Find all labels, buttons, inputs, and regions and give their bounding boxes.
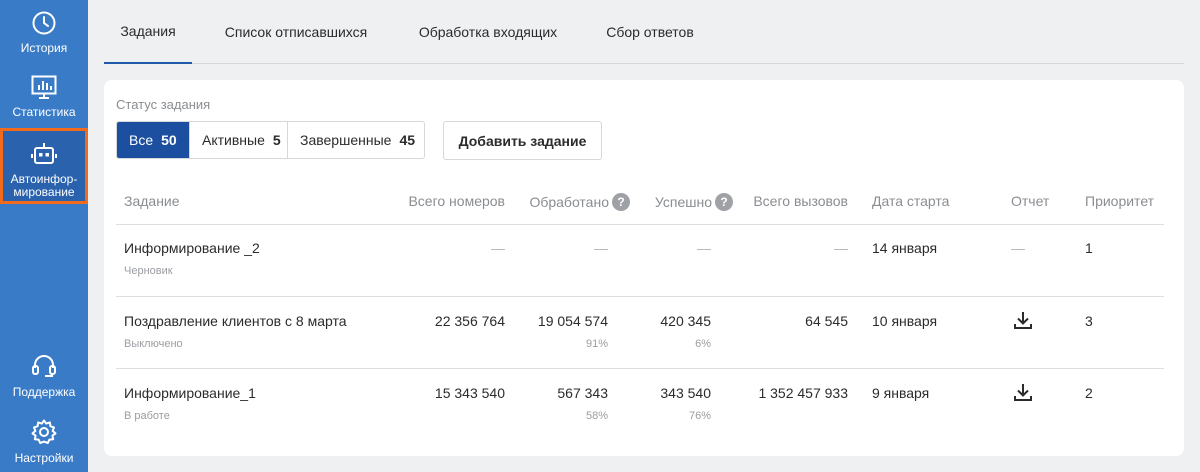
task-status: Выключено <box>124 338 183 350</box>
gear-icon <box>31 419 57 444</box>
total-numbers: 15 343 540 <box>434 385 505 401</box>
total-numbers: — <box>491 240 505 256</box>
download-icon[interactable] <box>1012 309 1034 331</box>
col-header-success[interactable]: Успешно ? <box>624 193 733 211</box>
tab-unsubscribed[interactable]: Список отписавшихся <box>216 0 376 64</box>
processed: 19 054 574 <box>537 313 608 329</box>
clock-icon <box>32 11 56 35</box>
robot-icon <box>30 143 57 164</box>
filter-completed[interactable]: Завершенные 45 <box>288 122 424 158</box>
sidebar-item-label: История <box>20 41 68 55</box>
start-date: 9 января <box>872 385 930 401</box>
sidebar-item-label: Статистика <box>12 105 76 119</box>
chart-monitor-icon <box>31 75 57 99</box>
headset-icon <box>32 355 56 377</box>
task-status: В работе <box>124 410 170 422</box>
col-header-total-calls[interactable]: Всего вызовов <box>724 193 848 209</box>
tab-bar: Задания Список отписавшихся Обработка вх… <box>104 0 1184 64</box>
status-filter-label: Статус задания <box>116 97 211 112</box>
success: 343 540 <box>660 385 711 401</box>
filter-label: Завершенные <box>300 132 392 148</box>
col-header-start-date[interactable]: Дата старта <box>872 193 949 209</box>
task-name[interactable]: Информирование_1 <box>124 385 256 401</box>
col-header-label: Обработано <box>529 194 609 210</box>
success: 420 345 <box>660 313 711 329</box>
start-date: 14 января <box>872 240 938 256</box>
filter-label: Активные <box>202 132 265 148</box>
processed-percent: 91% <box>585 338 608 350</box>
divider <box>116 296 1164 297</box>
total-calls: 64 545 <box>805 313 848 329</box>
success: — <box>697 240 711 256</box>
sidebar-item-stats[interactable]: Статистика <box>0 74 88 119</box>
total-numbers: 22 356 764 <box>434 313 505 329</box>
filter-all[interactable]: Все 50 <box>117 122 190 158</box>
priority: 3 <box>1085 313 1093 329</box>
filter-count: 5 <box>272 132 281 148</box>
sidebar-item-label: Поддержка <box>12 385 76 399</box>
filter-label: Все <box>129 132 154 148</box>
tasks-card: Статус задания Все 50 Активные 5 Заверше… <box>104 80 1184 456</box>
col-header-report: Отчет <box>1011 193 1050 209</box>
divider <box>116 224 1164 225</box>
priority: 1 <box>1085 240 1093 256</box>
col-header-processed[interactable]: Обработано ? <box>514 193 630 211</box>
sidebar: История Статистика Автоинфор- мирование <box>0 0 88 472</box>
filter-active[interactable]: Активные 5 <box>190 122 288 158</box>
priority: 2 <box>1085 385 1093 401</box>
sidebar-item-autoinforming[interactable]: Автоинфор- мирование <box>0 128 88 204</box>
col-header-priority[interactable]: Приоритет <box>1085 193 1154 209</box>
success-percent: 6% <box>695 338 711 350</box>
col-header-task[interactable]: Задание <box>124 193 180 209</box>
sidebar-item-history[interactable]: История <box>0 10 88 55</box>
download-icon[interactable] <box>1012 381 1034 403</box>
task-name[interactable]: Поздравление клиентов с 8 марта <box>124 313 347 329</box>
start-date: 10 января <box>872 313 938 329</box>
filter-count: 50 <box>161 132 177 148</box>
tab-tasks[interactable]: Задания <box>104 0 192 64</box>
total-calls: — <box>834 240 848 256</box>
divider <box>116 368 1164 369</box>
processed-percent: 58% <box>585 410 608 422</box>
task-name[interactable]: Информирование _2 <box>124 240 260 256</box>
report-empty: — <box>1011 240 1025 256</box>
sidebar-item-support[interactable]: Поддержка <box>0 354 88 399</box>
status-filter-group: Все 50 Активные 5 Завершенные 45 <box>116 121 425 159</box>
col-header-total-numbers[interactable]: Всего номеров <box>384 193 505 209</box>
sidebar-item-label: Автоинфор- мирование <box>10 172 78 199</box>
processed: — <box>594 240 608 256</box>
task-status: Черновик <box>124 265 173 277</box>
success-percent: 76% <box>688 410 711 422</box>
total-calls: 1 352 457 933 <box>758 385 848 401</box>
sidebar-item-settings[interactable]: Настройки <box>0 418 88 465</box>
tab-incoming[interactable]: Обработка входящих <box>410 0 566 64</box>
filter-count: 45 <box>399 132 416 148</box>
col-header-label: Успешно <box>654 194 712 210</box>
add-task-button[interactable]: Добавить задание <box>443 121 602 160</box>
tab-answers[interactable]: Сбор ответов <box>598 0 702 64</box>
processed: 567 343 <box>557 385 608 401</box>
sidebar-item-label: Настройки <box>14 451 74 465</box>
